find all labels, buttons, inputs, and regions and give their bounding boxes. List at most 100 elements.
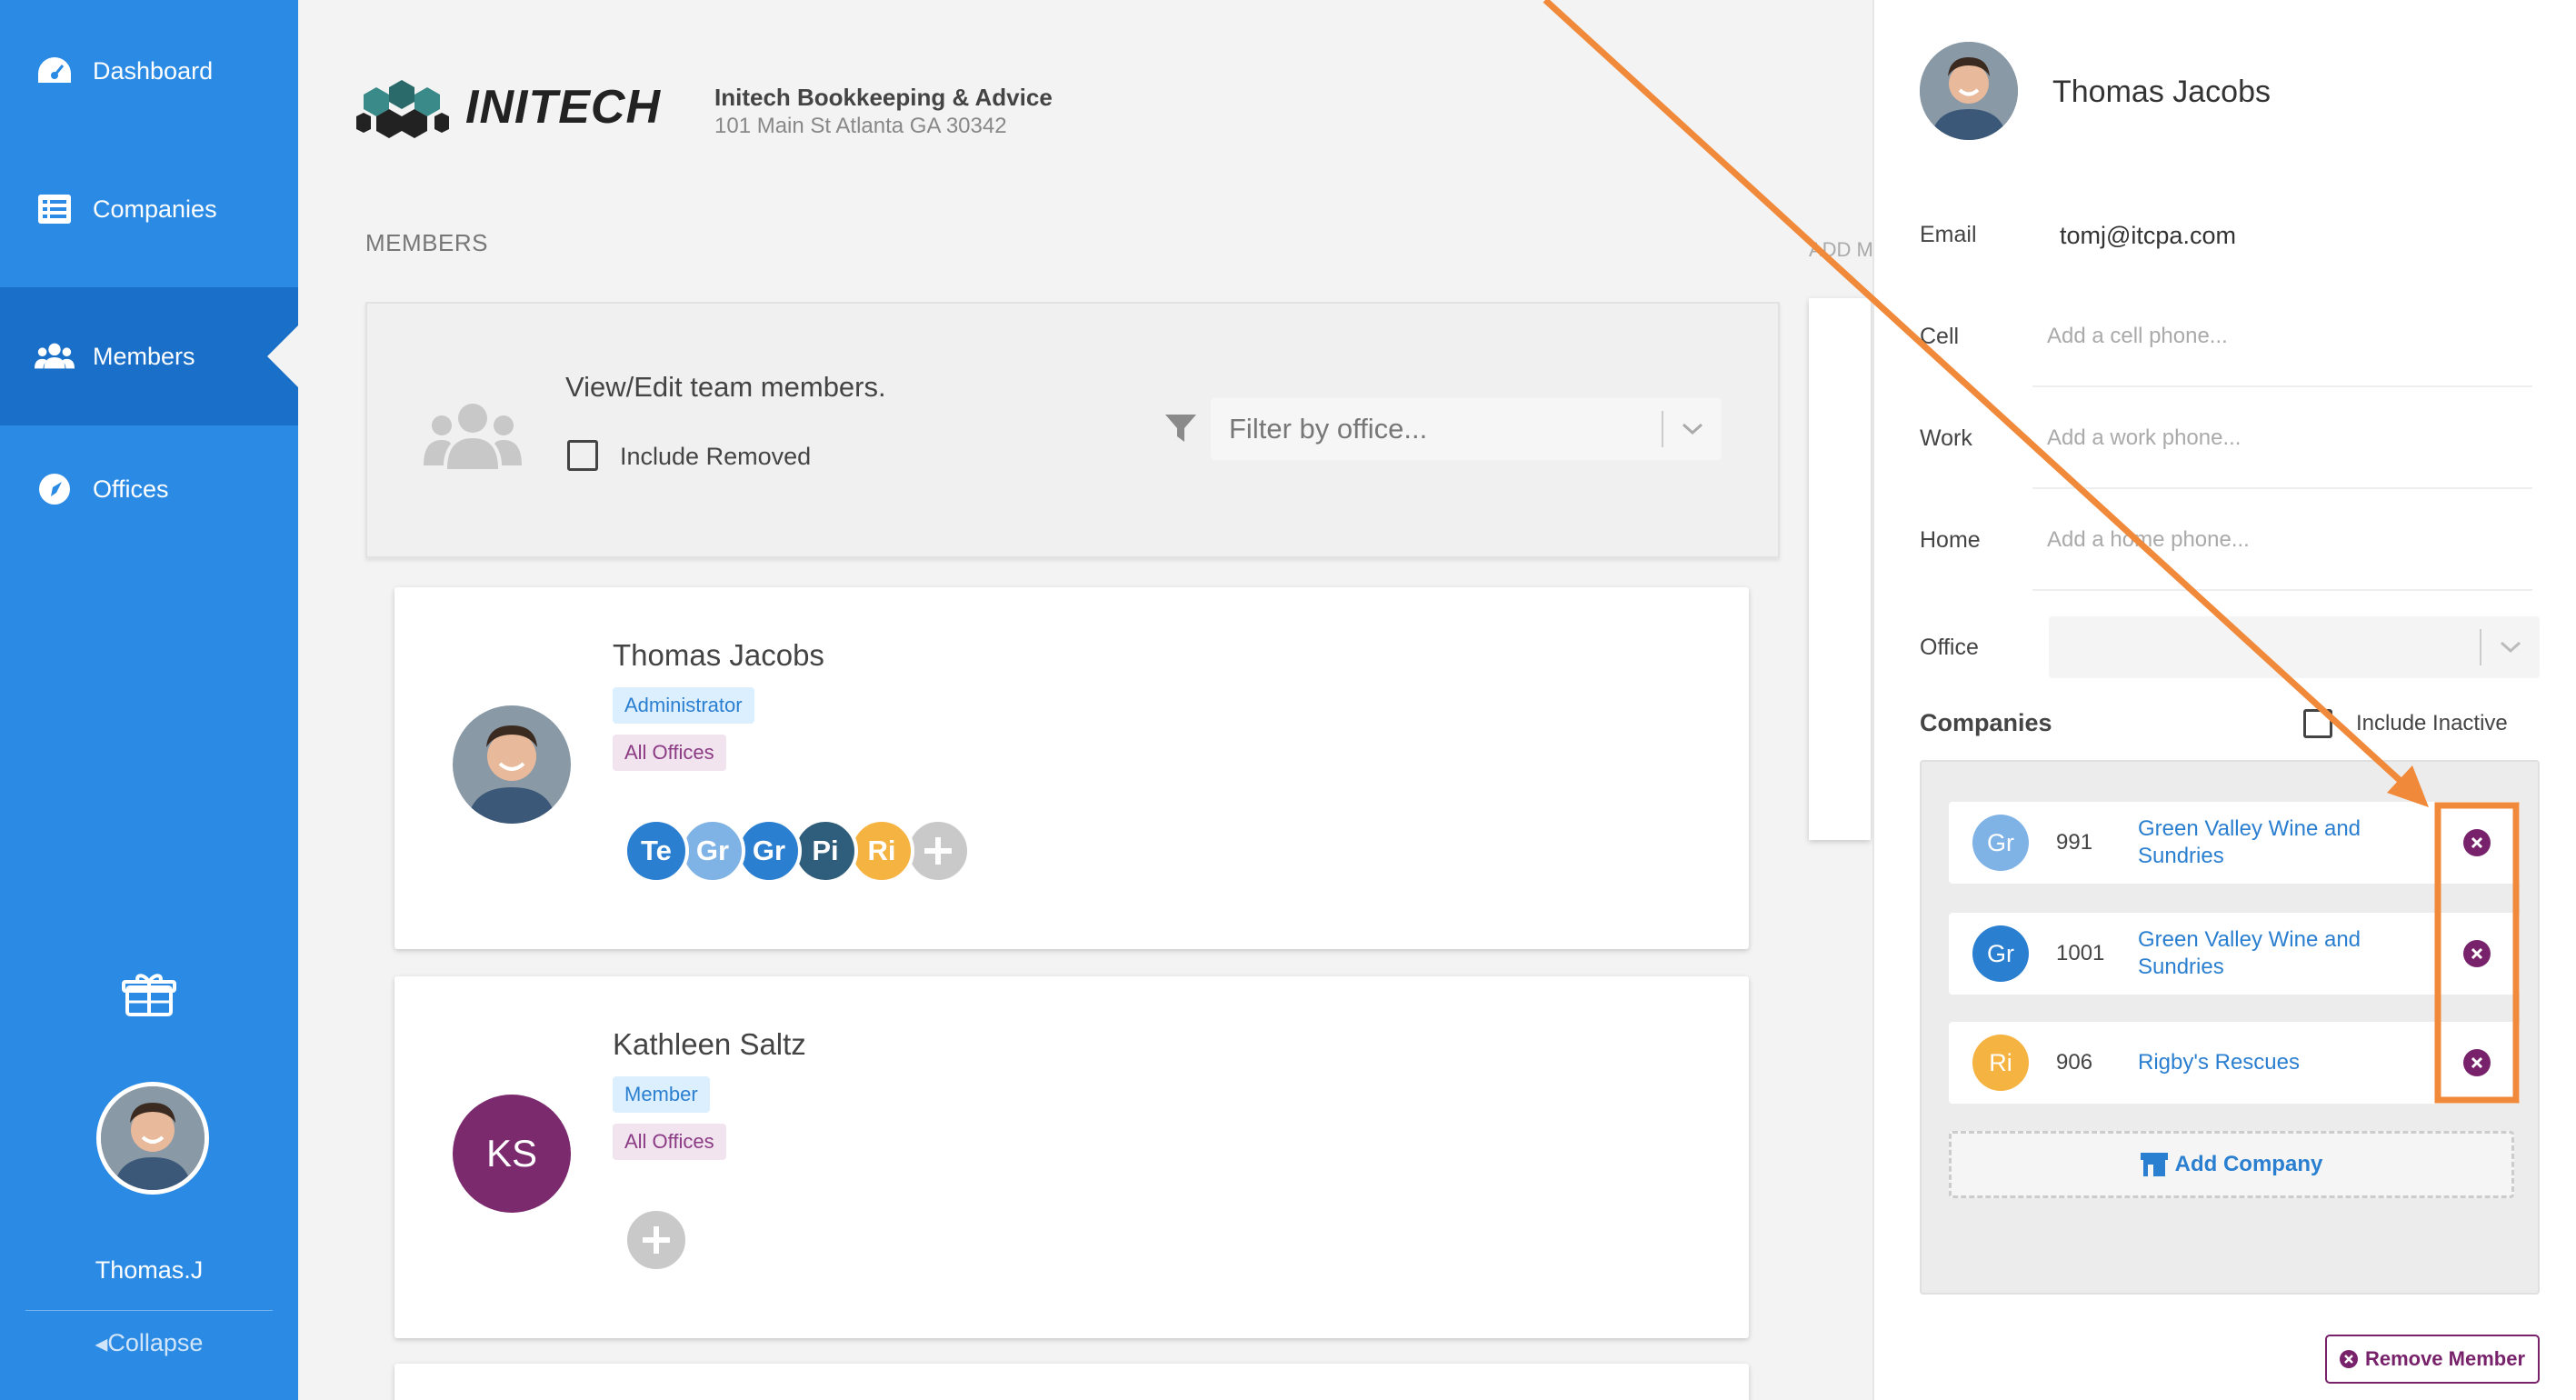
logo: INITECH	[356, 75, 661, 140]
dashboard-icon	[35, 51, 75, 91]
add-company-button[interactable]: Add Company	[1949, 1131, 2514, 1198]
sidebar-item-label: Members	[93, 342, 195, 370]
chevron-down-icon[interactable]	[2481, 641, 2540, 654]
member-name: Kathleen Saltz	[613, 1027, 806, 1061]
member-detail-panel: Thomas Jacobs Email tomj@itcpa.com Cell …	[1872, 0, 2576, 1400]
add-company-label: Add Company	[2174, 1152, 2323, 1176]
member-name: Thomas Jacobs	[2052, 75, 2271, 109]
avatar[interactable]	[96, 1082, 209, 1195]
store-icon	[2140, 1153, 2168, 1176]
remove-member-button[interactable]: Remove Member	[2325, 1335, 2540, 1384]
company-row[interactable]: Gr 1001 Green Valley Wine and Sundries	[1949, 913, 2520, 995]
sidebar-item-label: Offices	[93, 475, 169, 503]
remove-company-icon[interactable]	[2463, 940, 2491, 967]
home-label: Home	[1920, 527, 1981, 553]
include-removed-label: Include Removed	[620, 443, 812, 470]
home-phone-input[interactable]: Add a home phone...	[2047, 527, 2250, 553]
company-avatar: Gr	[1972, 815, 2029, 871]
company-avatar: Gr	[1972, 925, 2029, 982]
collapse-button[interactable]: ◀Collapse	[0, 1329, 298, 1357]
add-company-chip-button[interactable]	[624, 1207, 689, 1273]
company-chip[interactable]: Te	[624, 818, 689, 884]
company-link[interactable]: Green Valley Wine and Sundries	[2138, 815, 2383, 870]
role-badge: Administrator	[613, 687, 754, 724]
cell-label: Cell	[1920, 324, 1960, 349]
company-chips: Te Gr Gr Pi Ri	[624, 818, 971, 884]
divider	[2032, 589, 2532, 591]
org-address: 101 Main St Atlanta GA 30342	[714, 114, 1007, 138]
office-label: Office	[1920, 635, 1979, 660]
gift-icon[interactable]	[122, 971, 176, 1018]
remove-member-label: Remove Member	[2364, 1347, 2526, 1370]
work-phone-input[interactable]: Add a work phone...	[2047, 425, 2241, 451]
email-field[interactable]: tomj@itcpa.com	[2060, 222, 2236, 250]
role-badge: Member	[613, 1076, 710, 1113]
include-removed-checkbox[interactable]	[567, 440, 598, 471]
divider	[2032, 487, 2532, 489]
companies-title: Companies	[1920, 709, 2052, 736]
sidebar-user-name: Thomas.J	[95, 1256, 204, 1284]
company-chip[interactable]: Pi	[793, 818, 858, 884]
company-number: 991	[2056, 830, 2093, 855]
sidebar-item-offices[interactable]: Offices	[0, 420, 298, 558]
companies-list: Gr 991 Green Valley Wine and Sundries Gr…	[1920, 760, 2540, 1295]
office-select[interactable]	[2049, 616, 2540, 678]
office-filter-select[interactable]: Filter by office...	[1211, 398, 1722, 460]
filter-card: View/Edit team members. Include Removed …	[365, 302, 1780, 558]
sidebar-item-label: Dashboard	[93, 56, 214, 85]
initech-logo-icon	[356, 80, 449, 138]
collapse-label: Collapse	[107, 1329, 204, 1356]
chevron-left-icon: ◀	[95, 1335, 108, 1354]
company-chips	[624, 1207, 689, 1273]
office-badge: All Offices	[613, 735, 726, 771]
company-chip[interactable]: Gr	[736, 818, 802, 884]
org-name: Initech Bookkeeping & Advice	[714, 84, 1053, 111]
company-link[interactable]: Rigby's Rescues	[2138, 1049, 2383, 1076]
card-title: View/Edit team members.	[565, 371, 886, 403]
add-company-chip-button[interactable]	[905, 818, 971, 884]
email-label: Email	[1920, 222, 1977, 247]
page-title: MEMBERS	[365, 229, 488, 256]
team-icon	[424, 402, 522, 471]
sidebar: Dashboard Companies Members Offices Thom…	[0, 0, 298, 1400]
company-row[interactable]: Ri 906 Rigby's Rescues	[1949, 1022, 2520, 1104]
include-inactive-label: Include Inactive	[2356, 711, 2508, 735]
chevron-down-icon[interactable]	[1663, 423, 1722, 435]
include-inactive-checkbox[interactable]	[2303, 709, 2332, 738]
avatar	[1920, 42, 2018, 140]
sidebar-item-companies[interactable]: Companies	[0, 140, 298, 278]
filter-placeholder: Filter by office...	[1229, 413, 1428, 445]
cell-phone-input[interactable]: Add a cell phone...	[2047, 324, 2228, 349]
member-name: Thomas Jacobs	[613, 638, 824, 672]
avatar	[453, 705, 571, 824]
company-number: 906	[2056, 1050, 2093, 1075]
company-chip[interactable]: Ri	[849, 818, 914, 884]
company-chip[interactable]: Gr	[680, 818, 745, 884]
logo-text: INITECH	[465, 81, 661, 134]
remove-company-icon[interactable]	[2463, 829, 2491, 856]
company-row[interactable]: Gr 991 Green Valley Wine and Sundries	[1949, 802, 2520, 884]
sidebar-item-label: Companies	[93, 195, 217, 223]
divider	[25, 1310, 273, 1311]
company-number: 1001	[2056, 941, 2105, 965]
sidebar-item-dashboard[interactable]: Dashboard	[0, 2, 298, 140]
sidebar-item-members[interactable]: Members	[0, 287, 298, 425]
member-card[interactable]: Thomas Jacobs Administrator All Offices …	[394, 587, 1749, 949]
add-member-hint[interactable]: ADD M	[1809, 238, 1873, 262]
company-avatar: Ri	[1972, 1035, 2029, 1091]
work-label: Work	[1920, 425, 1972, 451]
divider	[2032, 385, 2532, 387]
filter-icon	[1165, 415, 1196, 444]
add-member-card	[1809, 298, 1871, 840]
member-card[interactable]: KS Kathleen Saltz Member All Offices	[394, 976, 1749, 1338]
plus-icon	[924, 837, 952, 865]
remove-company-icon[interactable]	[2463, 1049, 2491, 1076]
compass-icon	[35, 469, 75, 509]
close-circle-icon	[2339, 1350, 2358, 1368]
company-link[interactable]: Green Valley Wine and Sundries	[2138, 926, 2383, 981]
avatar-initials: KS	[453, 1095, 571, 1213]
member-card[interactable]	[394, 1364, 1749, 1400]
list-icon	[35, 189, 75, 229]
office-badge: All Offices	[613, 1124, 726, 1160]
plus-icon	[643, 1226, 670, 1254]
